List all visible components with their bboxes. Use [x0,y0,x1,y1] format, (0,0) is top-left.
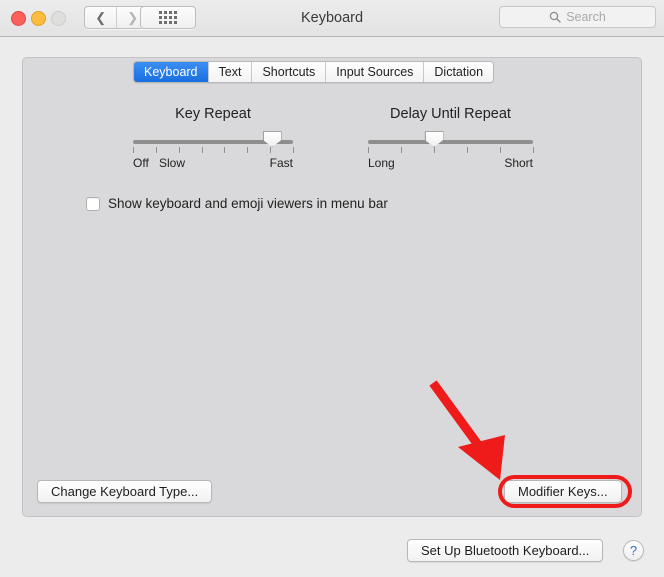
tab-text[interactable]: Text [207,62,252,82]
show-viewers-checkbox-row[interactable]: Show keyboard and emoji viewers in menu … [86,196,388,211]
show-all-preferences-button[interactable] [140,6,196,29]
key-repeat-labels: Off Slow Fast [133,156,293,170]
key-repeat-slider-block: Key Repeat Off Slow Fast [133,106,294,170]
key-repeat-label-off: Off [133,156,149,170]
help-button[interactable]: ? [623,540,644,561]
delay-until-repeat-title: Delay Until Repeat [390,106,511,122]
minimize-window-button[interactable] [31,11,46,26]
search-placeholder: Search [566,10,606,24]
delay-until-repeat-slider-block: Delay Until Repeat Long Short [368,106,534,170]
delay-label-short: Short [504,156,533,170]
key-repeat-title: Key Repeat [175,106,251,122]
key-repeat-slider-track[interactable] [133,131,293,147]
tab-dictation[interactable]: Dictation [423,62,494,82]
delay-labels: Long Short [368,156,533,170]
search-icon [549,11,561,23]
red-ring-annotation [498,475,632,508]
key-repeat-tick-marks [133,147,294,155]
delay-slider-track[interactable] [368,131,533,147]
close-window-button[interactable] [11,11,26,26]
show-viewers-checkbox[interactable] [86,196,100,211]
search-field[interactable]: Search [499,6,656,28]
zoom-window-button [51,11,66,26]
tab-shortcuts[interactable]: Shortcuts [251,62,326,82]
key-repeat-label-fast: Fast [269,156,293,170]
tab-bar[interactable]: Keyboard Text Shortcuts Input Sources Di… [133,61,495,83]
grid-dots-icon [159,11,177,24]
window-titlebar: ❮ ❯ Keyboard Search [0,0,664,37]
delay-tick-marks [368,147,534,155]
change-keyboard-type-button[interactable]: Change Keyboard Type... [37,480,213,503]
tab-keyboard[interactable]: Keyboard [134,62,208,82]
key-repeat-slider-thumb[interactable] [262,131,282,147]
delay-label-long: Long [368,156,395,170]
key-repeat-label-slow: Slow [159,156,186,170]
setup-bluetooth-keyboard-button[interactable]: Set Up Bluetooth Keyboard... [407,539,604,562]
back-icon[interactable]: ❮ [85,7,116,28]
preferences-panel [22,57,642,517]
tab-input-sources[interactable]: Input Sources [325,62,424,82]
show-viewers-label: Show keyboard and emoji viewers in menu … [108,196,388,211]
delay-slider-thumb[interactable] [424,131,444,147]
